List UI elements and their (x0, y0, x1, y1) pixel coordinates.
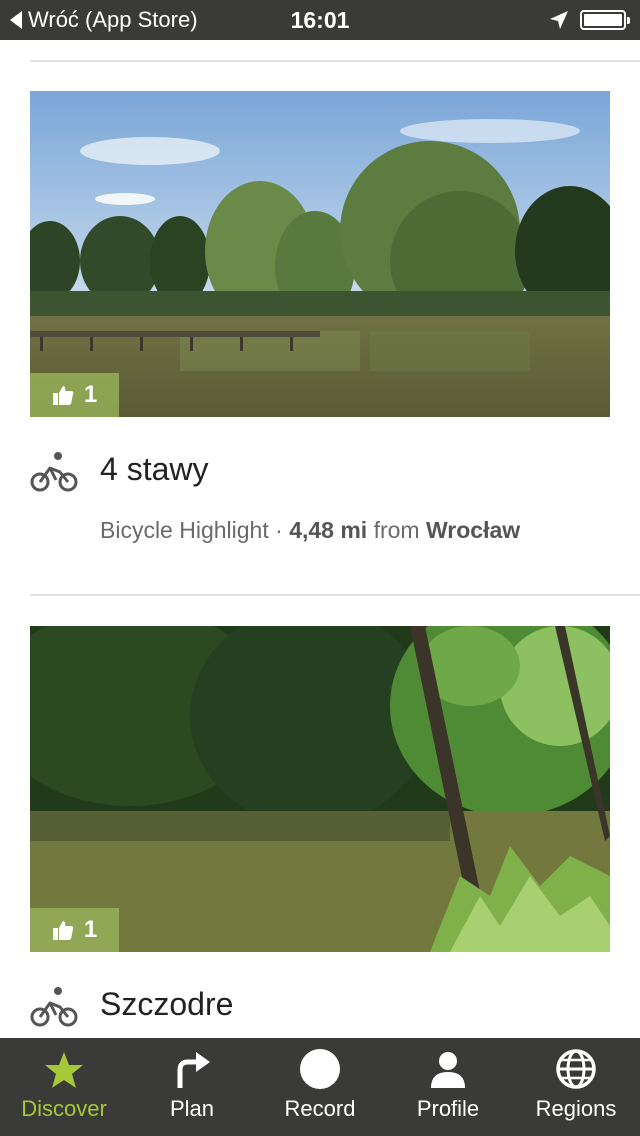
highlight-type: Bicycle Highlight (100, 517, 269, 543)
location-arrow-icon (550, 11, 568, 29)
like-count: 1 (83, 381, 98, 408)
battery-icon (580, 10, 630, 30)
highlight-photo[interactable]: 1 (30, 626, 610, 952)
highlight-place: Wrocław (425, 517, 521, 543)
from-word: from (373, 517, 420, 543)
record-circle-icon (300, 1049, 340, 1089)
status-time: 16:01 (290, 7, 350, 33)
forest-pond-photo (30, 626, 610, 952)
highlight-title[interactable]: Szczodre (100, 986, 233, 1023)
tab-bar: Discover Plan Record Profile Regions (0, 1038, 640, 1136)
highlight-distance: 4,48 mi (289, 517, 368, 543)
tab-label: Record (284, 1096, 356, 1121)
lake-photo (30, 91, 610, 417)
status-bar: Wróć (App Store) 16:01 (0, 0, 640, 40)
turn-arrow-icon (177, 1052, 210, 1088)
like-badge[interactable]: 1 (30, 908, 119, 952)
highlight-title[interactable]: 4 stawy (100, 451, 208, 488)
highlight-subtitle: Bicycle Highlight · 4,48 mi from Wrocław (100, 517, 520, 544)
divider (30, 60, 640, 62)
tab-label: Plan (169, 1096, 215, 1121)
highlight-photo[interactable]: 1 (30, 91, 610, 417)
tab-label: Regions (535, 1096, 617, 1121)
tab-label: Profile (416, 1096, 480, 1121)
tab-discover[interactable]: Discover (0, 1038, 128, 1136)
tab-profile[interactable]: Profile (384, 1038, 512, 1136)
tab-record[interactable]: Record (256, 1038, 384, 1136)
like-badge[interactable]: 1 (30, 373, 119, 417)
user-icon (431, 1052, 465, 1088)
tab-plan[interactable]: Plan (128, 1038, 256, 1136)
thumbs-up-icon (52, 386, 74, 405)
like-count: 1 (83, 916, 98, 943)
bicycle-icon (30, 452, 78, 492)
divider (30, 594, 640, 596)
thumbs-up-icon (52, 921, 74, 940)
tab-label: Discover (21, 1096, 107, 1121)
star-icon (45, 1052, 83, 1088)
tab-regions[interactable]: Regions (512, 1038, 640, 1136)
bicycle-icon (30, 987, 78, 1027)
globe-icon (556, 1049, 596, 1089)
separator-dot: · (275, 517, 283, 543)
